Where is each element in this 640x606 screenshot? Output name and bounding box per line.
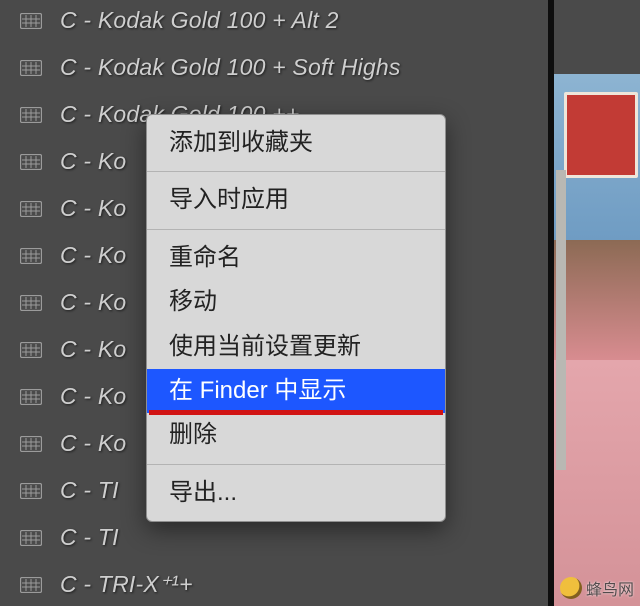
menu-highlight-wrap: 在 Finder 中显示 [147, 369, 445, 413]
preset-label: C - Ko [60, 336, 126, 363]
photo-sign [564, 92, 638, 178]
annotation-red-underline [149, 410, 443, 415]
preset-label: C - Ko [60, 430, 126, 457]
watermark: 蜂鸟网 [560, 576, 634, 600]
preset-grid-icon [20, 483, 42, 499]
menu-separator [147, 171, 445, 172]
preset-grid-icon [20, 201, 42, 217]
preset-row[interactable]: C - TRI-X⁺¹+ [0, 561, 548, 606]
preset-grid-icon [20, 436, 42, 452]
menu-update-current[interactable]: 使用当前设置更新 [147, 325, 445, 369]
preset-grid-icon [20, 154, 42, 170]
menu-show-in-finder[interactable]: 在 Finder 中显示 [147, 369, 445, 413]
preset-grid-icon [20, 13, 42, 29]
preset-grid-icon [20, 577, 42, 593]
preset-grid-icon [20, 530, 42, 546]
preset-label: C - Ko [60, 148, 126, 175]
preset-label: C - Kodak Gold 100 + Soft Highs [60, 54, 401, 81]
menu-separator [147, 229, 445, 230]
preset-label: C - TI [60, 477, 119, 504]
preset-label: C - Ko [60, 242, 126, 269]
menu-rename[interactable]: 重命名 [147, 236, 445, 280]
preset-label: C - Ko [60, 289, 126, 316]
menu-delete[interactable]: 删除 [147, 413, 445, 457]
preset-label: C - Ko [60, 383, 126, 410]
preset-label: C - TI [60, 524, 119, 551]
menu-separator [147, 464, 445, 465]
preset-row[interactable]: C - Kodak Gold 100 + Soft Highs [0, 44, 548, 91]
menu-move[interactable]: 移动 [147, 280, 445, 324]
preset-grid-icon [20, 295, 42, 311]
preset-label: C - Kodak Gold 100 + Alt 2 [60, 7, 339, 34]
menu-add-favorites[interactable]: 添加到收藏夹 [147, 121, 445, 165]
preset-grid-icon [20, 389, 42, 405]
preset-grid-icon [20, 60, 42, 76]
preset-row[interactable]: C - Kodak Gold 100 + Alt 2 [0, 0, 548, 44]
bee-icon [560, 577, 582, 599]
preview-photo [548, 0, 640, 606]
menu-apply-on-import[interactable]: 导入时应用 [147, 178, 445, 222]
preset-grid-icon [20, 107, 42, 123]
context-menu: 添加到收藏夹 导入时应用 重命名 移动 使用当前设置更新 在 Finder 中显… [146, 114, 446, 522]
preset-label: C - TRI-X⁺¹+ [60, 571, 193, 598]
preset-grid-icon [20, 342, 42, 358]
watermark-text: 蜂鸟网 [586, 576, 634, 600]
menu-export[interactable]: 导出... [147, 471, 445, 515]
photo-pole [556, 170, 566, 470]
preset-grid-icon [20, 248, 42, 264]
preset-label: C - Ko [60, 195, 126, 222]
